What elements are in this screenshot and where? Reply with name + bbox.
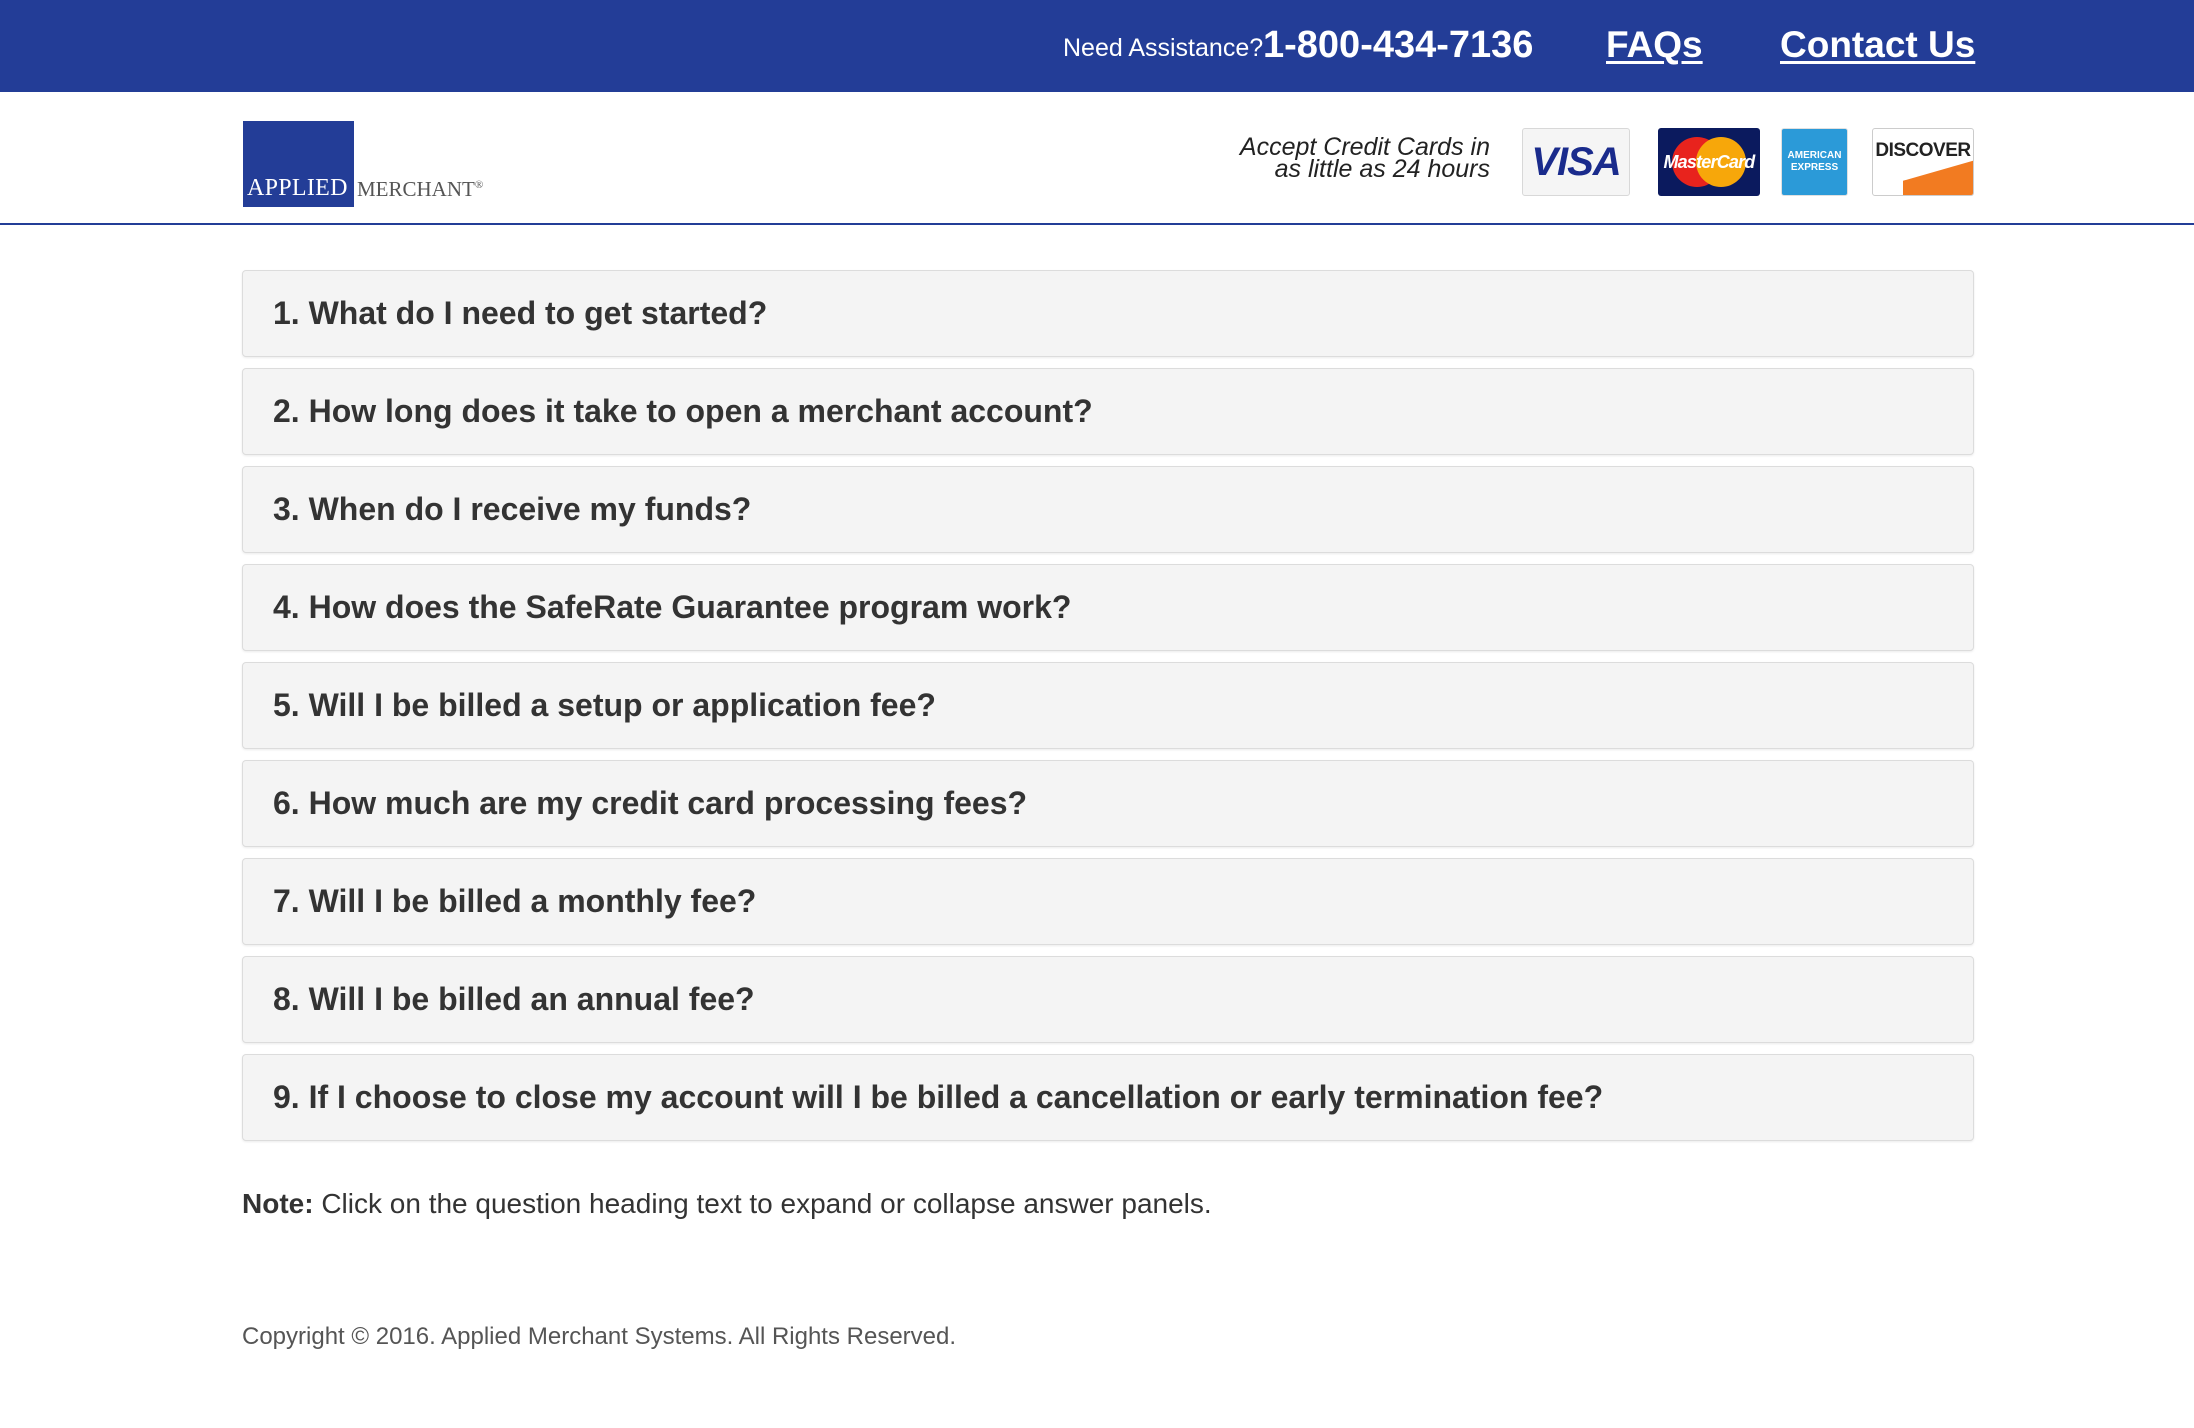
top-bar: Need Assistance? 1-800-434-7136 FAQs Con… xyxy=(0,0,2194,92)
faq-question-9[interactable]: 9. If I choose to close my account will … xyxy=(242,1054,1974,1141)
faq-question-3[interactable]: 3. When do I receive my funds? xyxy=(242,466,1974,553)
site-header: APPLIED MERCHANT® Accept Credit Cards in… xyxy=(0,92,2194,225)
tagline-line-2: as little as 24 hours xyxy=(1274,155,1490,183)
accept-cards-tagline: Accept Credit Cards in as little as 24 h… xyxy=(1180,135,1490,183)
faq-accordion: 1. What do I need to get started? 2. How… xyxy=(242,270,1974,1152)
note-text: Click on the question heading text to ex… xyxy=(313,1188,1212,1219)
note-label: Note: xyxy=(242,1188,314,1219)
faq-question-5[interactable]: 5. Will I be billed a setup or applicati… xyxy=(242,662,1974,749)
assistance-label: Need Assistance? xyxy=(1063,34,1264,62)
logo-merchant-text: MERCHANT® xyxy=(357,177,484,201)
faqs-link[interactable]: FAQs xyxy=(1606,24,1703,66)
faq-question-2[interactable]: 2. How long does it take to open a merch… xyxy=(242,368,1974,455)
faq-question-7[interactable]: 7. Will I be billed a monthly fee? xyxy=(242,858,1974,945)
copyright-footer: Copyright © 2016. Applied Merchant Syste… xyxy=(242,1323,957,1350)
applied-merchant-logo[interactable]: APPLIED MERCHANT® xyxy=(243,119,483,207)
contact-us-link[interactable]: Contact Us xyxy=(1780,24,1975,66)
discover-card-icon: DISCOVER xyxy=(1872,128,1974,196)
logo-box: APPLIED xyxy=(243,121,354,207)
mastercard-card-icon: MasterCard xyxy=(1658,128,1760,196)
phone-number[interactable]: 1-800-434-7136 xyxy=(1263,24,1533,67)
faq-question-1[interactable]: 1. What do I need to get started? xyxy=(242,270,1974,357)
faq-question-8[interactable]: 8. Will I be billed an annual fee? xyxy=(242,956,1974,1043)
faq-question-6[interactable]: 6. How much are my credit card processin… xyxy=(242,760,1974,847)
logo-applied-text: APPLIED xyxy=(247,175,348,201)
american-express-card-icon: AMERICAN EXPRESS xyxy=(1781,128,1848,196)
faq-question-4[interactable]: 4. How does the SafeRate Guarantee progr… xyxy=(242,564,1974,651)
usage-note: Note: Click on the question heading text… xyxy=(242,1188,1212,1220)
visa-card-icon: VISA xyxy=(1522,128,1630,196)
